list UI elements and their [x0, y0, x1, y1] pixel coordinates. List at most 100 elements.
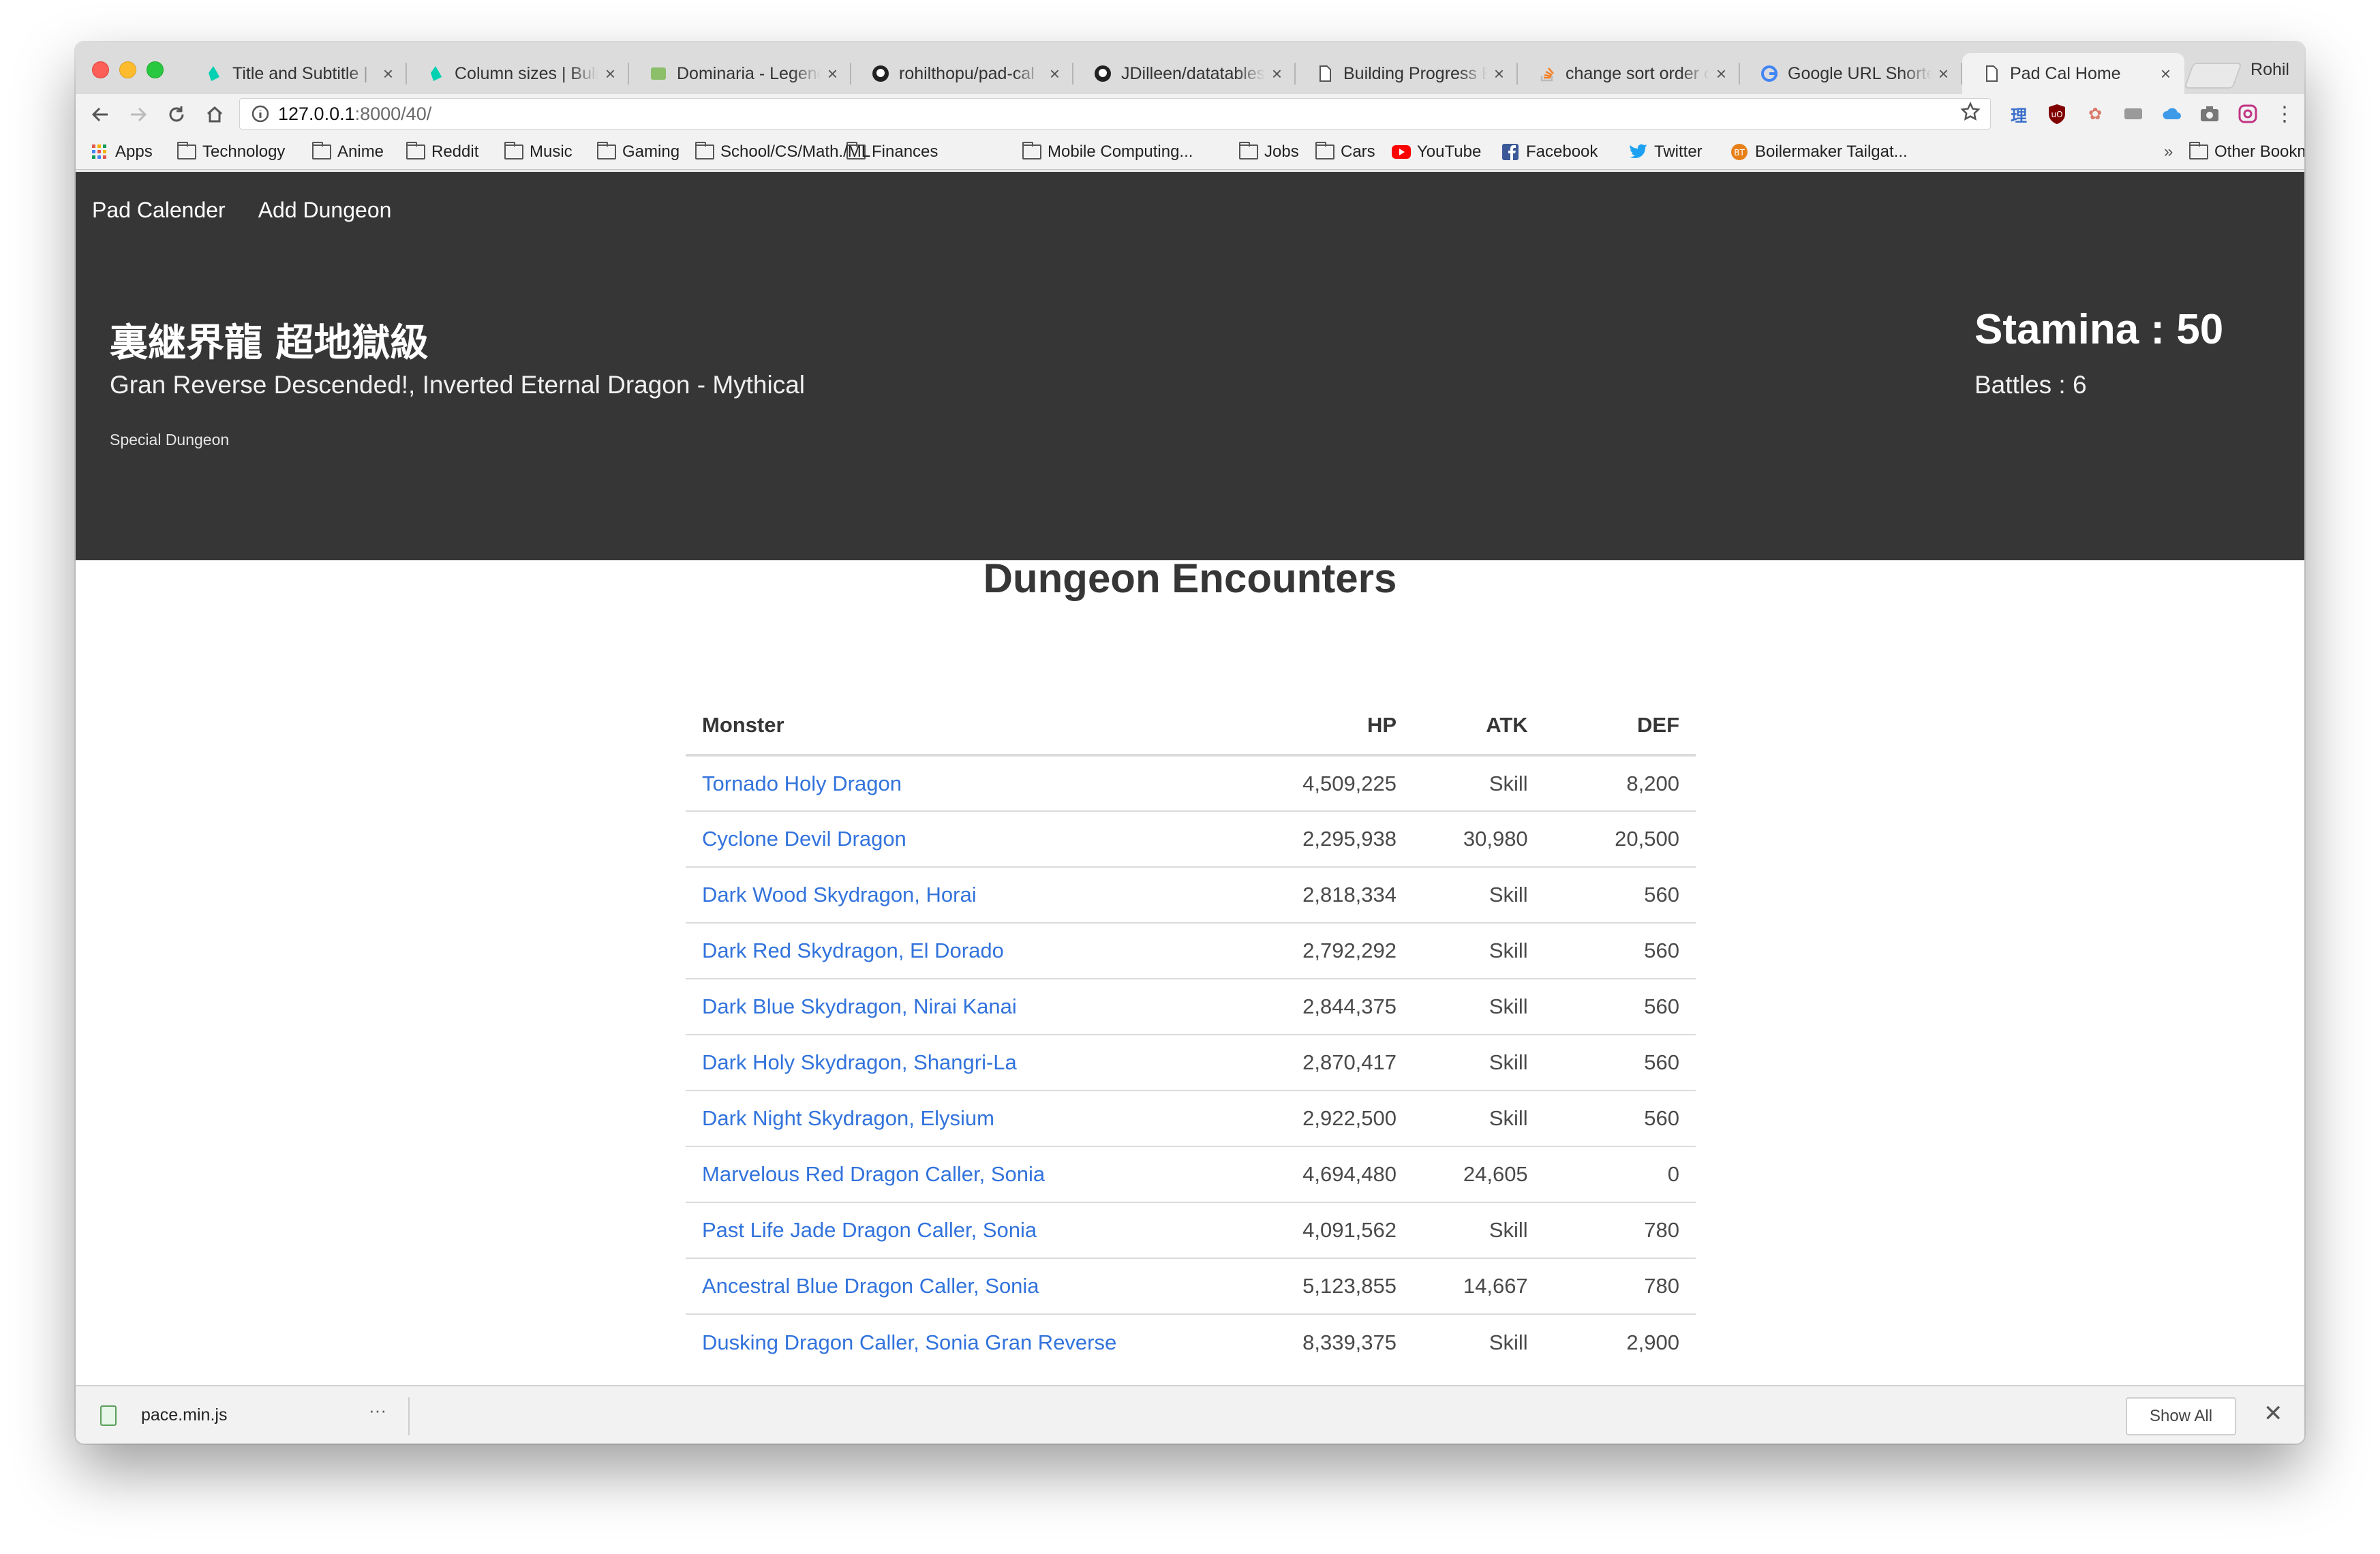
maximize-window-button[interactable]: [147, 61, 164, 78]
bookmark-item[interactable]: Anime: [311, 139, 384, 165]
tab-close-icon[interactable]: ×: [383, 63, 393, 85]
monster-link[interactable]: Dark Night Skydragon, Elysium: [686, 1091, 1242, 1147]
extension-stamp-icon[interactable]: ✿: [2084, 102, 2107, 125]
nav-add-dungeon-link[interactable]: Add Dungeon: [258, 198, 392, 223]
close-window-button[interactable]: [92, 61, 109, 78]
extension-translate-icon[interactable]: 理: [2007, 102, 2030, 125]
ublock-icon[interactable]: uO: [2045, 102, 2069, 125]
cloud-icon[interactable]: [2160, 102, 2183, 125]
def-value: 780: [1544, 1202, 1696, 1259]
browser-tab[interactable]: Dominaria - Legenc ×: [629, 53, 851, 94]
encounters-title: Dungeon Encounters: [983, 555, 1397, 601]
bookmark-item[interactable]: School/CS/Math./ML: [695, 139, 870, 165]
bookmark-label: Cars: [1341, 142, 1375, 161]
hp-value: 2,295,938: [1241, 811, 1414, 868]
extension-gray-icon[interactable]: [2122, 102, 2145, 125]
hp-value: 4,091,562: [1241, 1202, 1414, 1259]
monster-link[interactable]: Dark Blue Skydragon, Nirai Kanai: [686, 979, 1242, 1035]
tab-close-icon[interactable]: ×: [605, 63, 615, 85]
monster-link[interactable]: Dusking Dragon Caller, Sonia Gran Revers…: [686, 1314, 1241, 1370]
column-header-hp[interactable]: HP: [1241, 697, 1414, 757]
atk-value: Skill: [1413, 1035, 1544, 1091]
minimize-window-button[interactable]: [119, 61, 136, 78]
monster-link[interactable]: Dark Red Skydragon, El Dorado: [686, 923, 1242, 979]
tab-close-icon[interactable]: ×: [1716, 63, 1726, 85]
column-header-def[interactable]: DEF: [1544, 697, 1696, 757]
instagram-icon[interactable]: [2236, 102, 2259, 125]
bookmark-label: Music: [530, 142, 573, 161]
browser-tab[interactable]: JDilleen/datatables ×: [1073, 53, 1296, 94]
browser-tab[interactable]: change sort order c ×: [1518, 53, 1740, 94]
facebook-icon: [1500, 144, 1521, 160]
browser-tab[interactable]: Column sizes | Bulr ×: [407, 53, 629, 94]
def-value: 780: [1544, 1258, 1696, 1315]
table-row: Cyclone Devil Dragon 2,295,938 30,980 20,50…: [686, 811, 1696, 868]
close-shelf-button[interactable]: ✕: [2263, 1400, 2283, 1427]
bookmark-item[interactable]: Cars: [1315, 139, 1375, 165]
tab-close-icon[interactable]: ×: [827, 63, 838, 85]
bookmark-item[interactable]: Twitter: [1628, 139, 1703, 165]
browser-tab[interactable]: rohilthopu/pad-cal ×: [851, 53, 1073, 94]
tab-close-icon[interactable]: ×: [1494, 63, 1504, 85]
tab-close-icon[interactable]: ×: [1938, 63, 1949, 85]
hp-value: 5,123,855: [1241, 1258, 1414, 1315]
column-header-monster[interactable]: Monster: [686, 697, 1242, 757]
download-options-button[interactable]: ···: [369, 1400, 386, 1421]
bookmark-item[interactable]: Technology: [177, 139, 285, 165]
monster-link[interactable]: Dark Wood Skydragon, Horai: [686, 867, 1242, 924]
download-file-name[interactable]: pace.min.js: [141, 1405, 227, 1425]
bookmark-item[interactable]: YouTube: [1391, 139, 1481, 165]
new-tab-button[interactable]: [2184, 63, 2242, 89]
menu-kebab-icon[interactable]: ⋮: [2273, 102, 2296, 125]
tab-close-icon[interactable]: ×: [2161, 63, 2171, 85]
tab-close-icon[interactable]: ×: [1050, 63, 1060, 85]
other-bookmarks-folder[interactable]: Other Bookmarks: [2188, 139, 2304, 165]
monster-link[interactable]: Dark Holy Skydragon, Shangri-La: [686, 1035, 1242, 1091]
encounters-table: Monster HP ATK DEF Tornado Holy Dragon 4,…: [686, 697, 1696, 1370]
tab-strip: Title and Subtitle | × Column sizes | Bulr…: [76, 42, 2304, 94]
monster-link[interactable]: Cyclone Devil Dragon: [686, 811, 1242, 868]
card-icon: [650, 65, 667, 82]
bookmark-label: Mobile Computing...: [1048, 142, 1193, 161]
bookmark-star-icon[interactable]: [1960, 101, 1981, 127]
bookmark-item[interactable]: Mobile Computing...: [1022, 139, 1193, 165]
browser-tab[interactable]: Google URL Shorte ×: [1740, 53, 1962, 94]
bulma-icon: [205, 65, 223, 82]
bookmark-item[interactable]: BT Boilermaker Tailgat...: [1729, 139, 1908, 165]
bookmark-item[interactable]: Gaming: [596, 139, 680, 165]
browser-tab[interactable]: Title and Subtitle | ×: [185, 53, 407, 94]
monster-link[interactable]: Tornado Holy Dragon: [686, 755, 1242, 812]
bookmark-item[interactable]: Facebook: [1500, 139, 1598, 165]
browser-tab[interactable]: Building Progress E ×: [1296, 53, 1518, 94]
stamina-value: Stamina : 50: [1974, 306, 2224, 353]
camera-icon[interactable]: [2198, 102, 2221, 125]
tab-label: Building Progress E: [1343, 63, 1487, 83]
reload-button[interactable]: [162, 100, 192, 130]
column-header-atk[interactable]: ATK: [1413, 697, 1544, 757]
table-row: Dark Holy Skydragon, Shangri-La 2,870,417…: [686, 1035, 1696, 1091]
bookmarks-overflow-button[interactable]: »: [2164, 139, 2173, 165]
monster-link[interactable]: Ancestral Blue Dragon Caller, Sonia: [686, 1258, 1242, 1315]
bookmark-item[interactable]: Music: [504, 139, 573, 165]
forward-button[interactable]: [123, 100, 153, 130]
dungeon-hero: Pad Calender Add Dungeon 裏継界龍 超地獄級 Gran …: [76, 172, 2304, 560]
monster-link[interactable]: Past Life Jade Dragon Caller, Sonia: [686, 1202, 1242, 1259]
home-button[interactable]: [200, 100, 230, 130]
bookmark-item[interactable]: Jobs: [1238, 139, 1299, 165]
monster-link[interactable]: Marvelous Red Dragon Caller, Sonia: [686, 1146, 1242, 1203]
browser-tab[interactable]: Pad Cal Home ×: [1962, 53, 2184, 94]
tab-close-icon[interactable]: ×: [1272, 63, 1282, 85]
tab-label: JDilleen/datatables: [1121, 63, 1265, 83]
address-bar[interactable]: 127.0.0.1:8000/40/: [239, 98, 1991, 130]
back-button[interactable]: [85, 100, 115, 130]
browser-toolbar: 127.0.0.1:8000/40/ 理 uO ✿ ⋮: [76, 94, 2304, 134]
bookmark-item[interactable]: Reddit: [406, 139, 478, 165]
tab-label: Column sizes | Bulr: [455, 63, 598, 83]
show-all-downloads-button[interactable]: Show All: [2126, 1397, 2236, 1435]
nav-pad-calender-link[interactable]: Pad Calender: [92, 198, 226, 223]
dungeon-type-label: Special Dungeon: [110, 431, 230, 448]
forward-arrow-icon: [131, 107, 147, 122]
atk-value: 30,980: [1413, 811, 1544, 868]
profile-name[interactable]: Rohil: [2251, 60, 2289, 80]
bookmark-item[interactable]: Apps: [89, 139, 153, 165]
